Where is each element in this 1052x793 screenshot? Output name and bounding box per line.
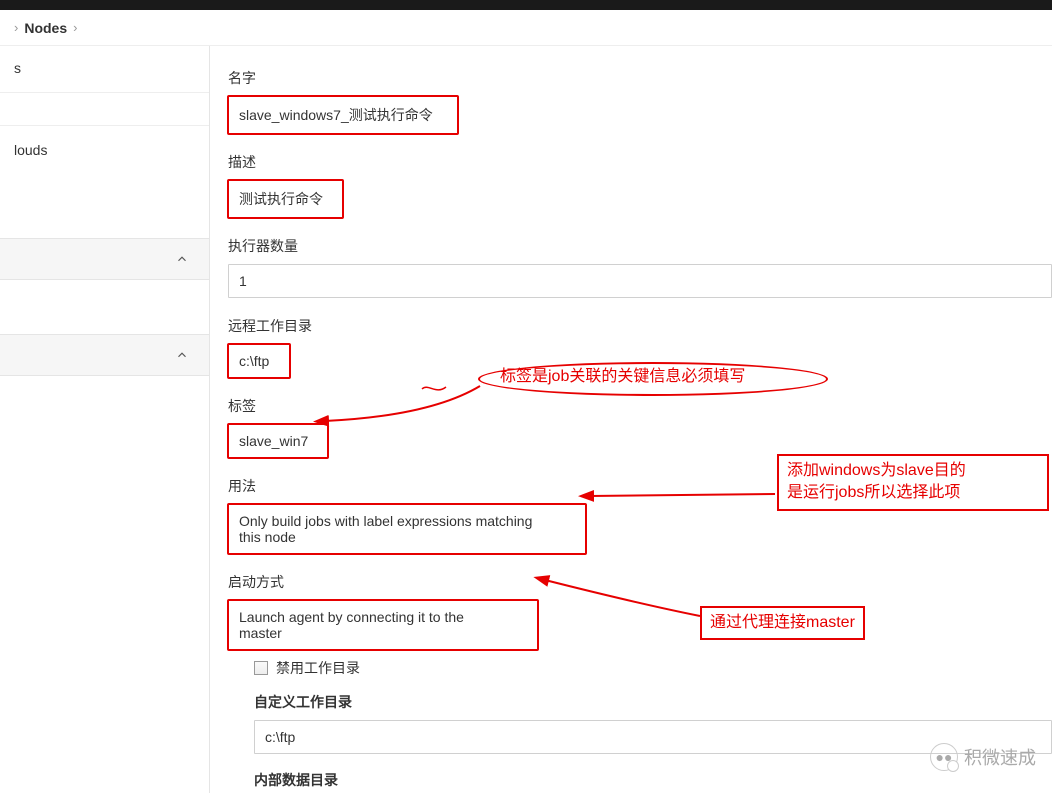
disable-workdir-label: 禁用工作目录 (276, 658, 360, 678)
launch-annotation-box: 通过代理连接master (700, 606, 865, 640)
sidebar-item[interactable]: s (0, 50, 209, 86)
launch-select[interactable]: Launch agent by connecting it to the mas… (228, 600, 538, 650)
executors-label: 执行器数量 (228, 236, 1052, 256)
breadcrumb: › Nodes › (0, 10, 1052, 46)
custom-workdir-label: 自定义工作目录 (254, 692, 1052, 712)
divider (0, 92, 209, 93)
breadcrumb-nodes[interactable]: Nodes (24, 20, 67, 36)
divider (0, 125, 209, 126)
remote-dir-label: 远程工作目录 (228, 316, 1052, 336)
sidebar-collapse-1[interactable] (0, 238, 209, 280)
internal-dir-label: 内部数据目录 (254, 770, 1052, 790)
launch-label: 启动方式 (228, 572, 1052, 592)
usage-label: 用法 (228, 476, 1052, 496)
page-container: s louds 名字 slave_windows7_测试执行命令 描述 测试执行… (0, 46, 1052, 793)
name-label: 名字 (228, 68, 1052, 88)
window-topbar (0, 0, 1052, 10)
ellipse-annotation (478, 362, 828, 396)
chevron-right-icon: › (73, 20, 77, 35)
chevron-up-icon (175, 348, 189, 362)
name-field[interactable]: slave_windows7_测试执行命令 (228, 96, 458, 134)
chevron-right-icon: › (14, 20, 18, 35)
main-content: 名字 slave_windows7_测试执行命令 描述 测试执行命令 执行器数量… (210, 46, 1052, 793)
desc-label: 描述 (228, 152, 1052, 172)
usage-select[interactable]: Only build jobs with label expressions m… (228, 504, 586, 554)
sidebar: s louds (0, 46, 210, 793)
disable-workdir-row: 禁用工作目录 (254, 658, 1052, 678)
disable-workdir-checkbox[interactable] (254, 661, 268, 675)
remote-dir-field[interactable]: c:\ftp (228, 344, 290, 378)
tags-label: 标签 (228, 396, 1052, 416)
tag-annotation-text: 标签是job关联的关键信息必须填写 (500, 366, 745, 388)
desc-field[interactable]: 测试执行命令 (228, 180, 343, 218)
tags-field[interactable]: slave_win7 (228, 424, 328, 458)
launch-subsection: 禁用工作目录 自定义工作目录 c:\ftp 内部数据目录 remoting (254, 658, 1052, 793)
sidebar-item[interactable] (0, 99, 209, 119)
chevron-up-icon (175, 252, 189, 266)
sidebar-item[interactable]: louds (0, 132, 209, 168)
executors-field[interactable]: 1 (228, 264, 1052, 298)
custom-workdir-field[interactable]: c:\ftp (254, 720, 1052, 754)
sidebar-collapse-2[interactable] (0, 334, 209, 376)
